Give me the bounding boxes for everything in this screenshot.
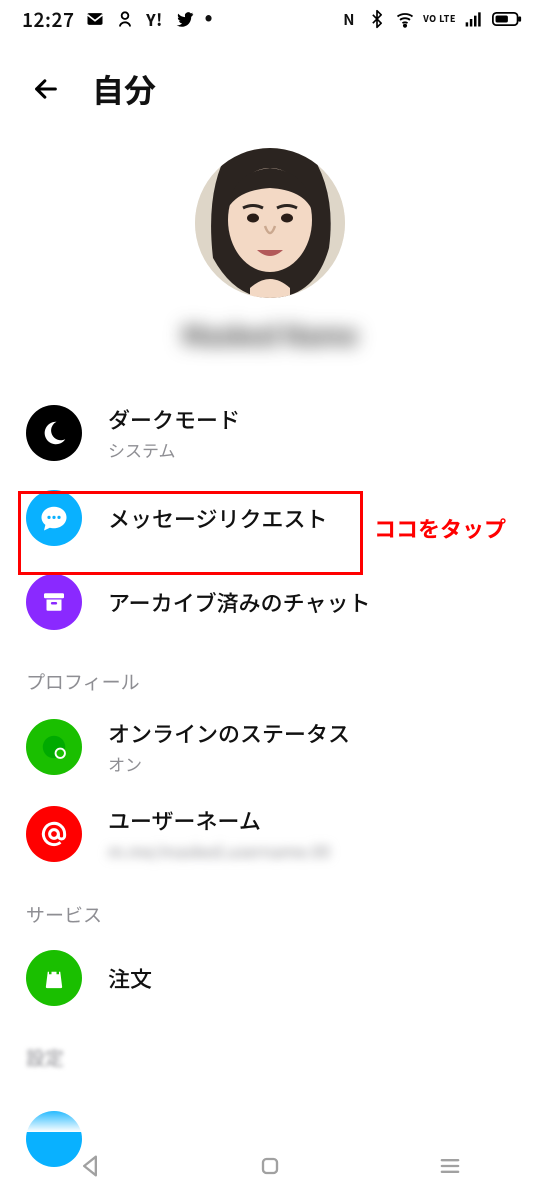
archive-icon [26,574,82,630]
page-title: 自分 [92,66,156,112]
notif-icon-2 [115,9,135,29]
row-username[interactable]: ユーザーネーム m.me/masked.username.00 [0,790,540,877]
section-service: サービス [0,877,540,936]
profile-display-name: Masked Name [182,316,358,353]
row-title: ダークモード [108,403,240,435]
row-title: アーカイブ済みのチャット [108,586,370,618]
annotation-callout: ココをタップ [374,512,506,544]
row-online-status[interactable]: オンラインのステータス オン [0,703,540,790]
row-subtitle: システム [108,437,240,462]
row-title: 注文 [108,962,152,994]
avatar[interactable] [195,148,345,298]
status-time: 12:27 [22,6,75,33]
row-subtitle: m.me/masked.username.00 [108,838,330,863]
row-archived-chats[interactable]: アーカイブ済みのチャット [0,560,540,644]
moon-icon [26,405,82,461]
battery-icon [492,9,522,29]
row-title: ユーザーネーム [108,804,330,836]
android-nav-bar [0,1132,540,1200]
section-settings: 設定 [0,1020,540,1071]
at-sign-icon [26,806,82,862]
nav-back[interactable] [60,1146,120,1186]
settings-list: ダークモード システム メッセージリクエスト アーカイブ済みのチャット プロフィ… [0,389,540,1137]
back-button[interactable] [28,71,64,107]
row-dark-mode[interactable]: ダークモード システム [0,389,540,476]
app-header: 自分 [0,38,540,120]
nav-home[interactable] [240,1146,300,1186]
section-profile: プロフィール [0,644,540,703]
bluetooth-icon [367,9,387,29]
row-orders[interactable]: 注文 [0,936,540,1020]
notif-icon-1 [85,9,105,29]
row-subtitle: オン [108,751,350,776]
notif-more: • [205,16,214,22]
status-right: N VO LTE [339,9,522,29]
nfc-icon: N [339,9,359,29]
wifi-icon [395,9,415,29]
profile-block: Masked Name [0,148,540,353]
status-dot-icon [26,719,82,775]
status-left: 12:27 Y! • [22,6,213,33]
notif-icon-twitter [175,9,195,29]
status-bar: 12:27 Y! • N VO LTE [0,0,540,38]
row-title: オンラインのステータス [108,717,350,749]
shopping-bag-icon [26,950,82,1006]
signal-icon [464,9,484,29]
chat-bubble-icon [26,490,82,546]
volte-icon: VO LTE [423,15,456,23]
nav-recent[interactable] [420,1146,480,1186]
row-title: メッセージリクエスト [108,502,328,534]
notif-icon-yahoo: Y! [145,9,165,29]
